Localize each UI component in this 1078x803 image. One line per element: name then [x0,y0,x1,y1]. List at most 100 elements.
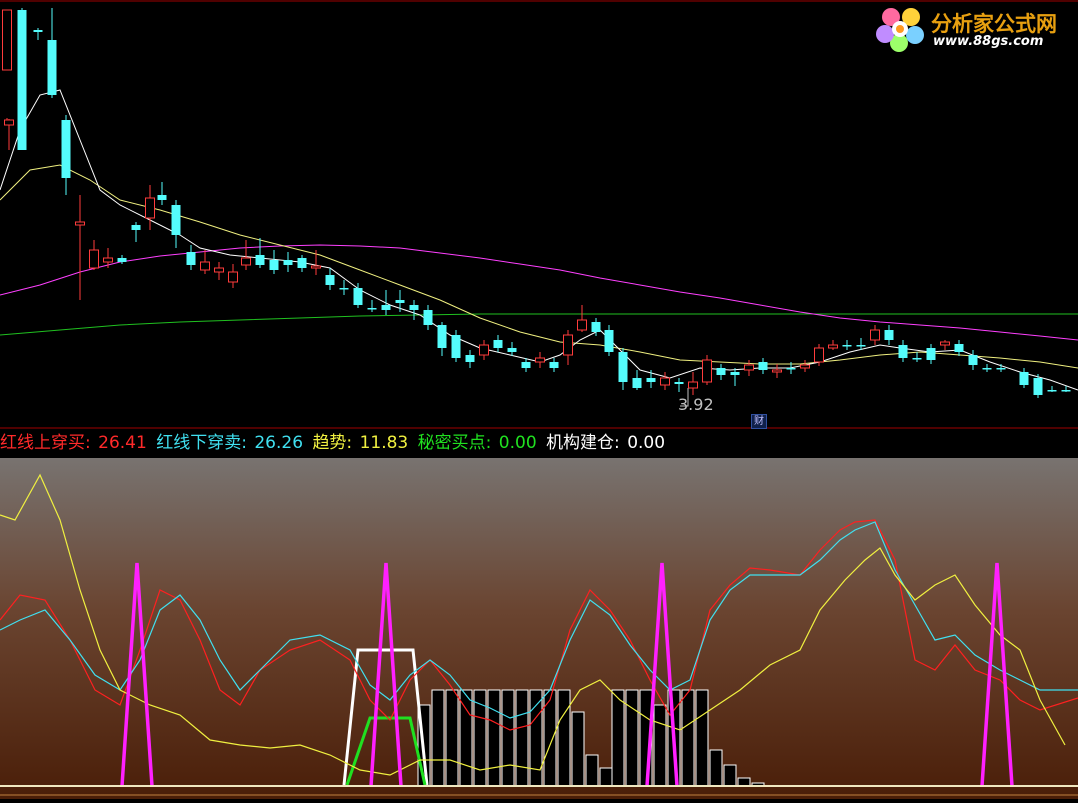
candle-body [367,308,377,310]
candle [702,355,712,385]
candle-body [744,364,754,371]
candle-body [381,305,391,310]
candle-body [186,252,196,265]
candle-body [437,325,447,348]
legend-label: 趋势: [312,433,353,453]
logo-url-text: www.88gs.com [933,34,1044,49]
main-panel-bg [0,0,1078,428]
volume-bar [487,689,501,787]
legend-item-trend: 趋势: 11.83 [312,433,410,453]
candle-body [968,355,978,365]
volume-bar [431,689,445,787]
candle [17,8,27,150]
candle-body [772,369,782,373]
legend-value: 0.00 [498,433,537,453]
legend-item-secret-buy: 秘密买点: 0.00 [418,433,539,453]
volume-bar [625,689,639,787]
candle-body [89,249,99,269]
candle-body [1033,378,1043,395]
volume-bar [599,767,613,787]
legend-item-institution: 机构建仓: 0.00 [546,433,667,453]
volume-bar [459,689,473,787]
candle-body [716,368,726,375]
candle-body [157,195,167,200]
candle-body [674,382,684,384]
candle-body [241,257,251,266]
legend-label: 红线下穿卖: [156,433,247,453]
volume-bar [709,749,723,787]
volume-bar [445,689,459,787]
candle-body [898,345,908,358]
candle-body [591,322,601,332]
candle-body [521,362,531,368]
volume-bar [695,689,709,787]
candle-body [646,378,656,382]
candle-body [800,364,810,369]
candle-body [926,348,936,360]
candle-body [311,265,321,269]
candle-body [479,344,489,356]
candle-body [2,9,12,71]
candle-body [1061,390,1071,392]
candle-body [1047,390,1057,392]
volume-bar [611,689,625,787]
candle-body [996,368,1006,370]
candle-body [660,377,670,386]
candle-body [17,10,27,150]
candle-body [75,221,85,226]
candle-body [117,258,127,262]
candle-body [828,344,838,349]
candle-body [33,30,43,32]
volume-bar [723,764,737,787]
candle-body [842,345,852,347]
candle-body [940,341,950,346]
candle-body [912,358,922,360]
candle-body [171,205,181,235]
legend-item-cross-up: 红线上穿买: 26.41 [0,433,149,453]
candle-body [283,260,293,265]
candle-body [339,288,349,290]
candle-body [870,329,880,341]
candle-body [730,372,740,375]
volume-bar [515,689,529,787]
low-price-label: 3.92 [678,395,714,414]
candle-body [228,271,238,283]
candle-body [214,267,224,273]
chart-canvas[interactable] [0,0,1078,799]
candle-body [353,288,363,305]
candle-body [269,260,279,270]
candle-body [856,345,866,347]
volume-bar [585,754,599,787]
finance-badge[interactable]: 财 [751,414,767,429]
flower-logo-icon [876,8,924,52]
candle-body [954,344,964,352]
legend-label: 秘密买点: [417,433,492,453]
candle-body [577,319,587,331]
candle-body [1019,372,1029,385]
volume-bar [571,711,585,787]
volume-bar [557,689,571,787]
legend-value: 0.00 [627,433,666,453]
candle-body [982,368,992,370]
candle-body [884,330,894,340]
candle-body [632,378,642,388]
volume-bar [681,689,695,787]
volume-bar [737,777,751,787]
volume-bar [529,689,543,787]
legend-label: 机构建仓: [546,433,620,453]
stock-chart-window: 分析家公式网 www.88gs.com 3.92 财 红线上穿买: 26.41 … [0,0,1078,799]
candle-body [423,310,433,325]
candle-body [786,368,796,370]
candle-body [395,300,405,303]
candle-body [325,275,335,285]
candle-body [535,357,545,363]
candle-body [103,257,113,263]
candle-body [493,340,503,348]
candle-body [61,120,71,178]
volume-bar [653,704,667,787]
legend-item-cross-down: 红线下穿卖: 26.26 [156,433,305,453]
candle-body [145,197,155,219]
candle-body [255,255,265,265]
candle-body [47,40,57,95]
candle-body [507,348,517,352]
